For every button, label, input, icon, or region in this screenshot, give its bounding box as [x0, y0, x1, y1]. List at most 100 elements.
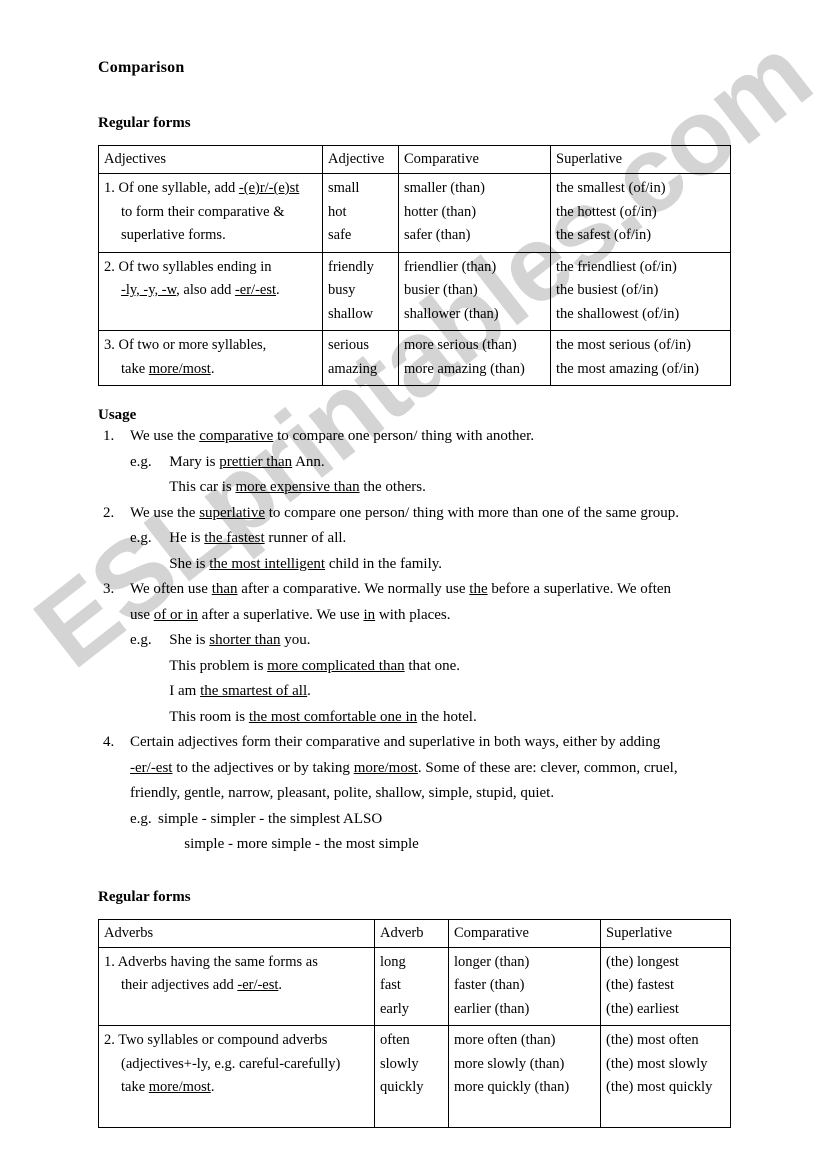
word: the most serious (of/in)	[556, 337, 691, 353]
usage-text: We use the comparative to compare one pe…	[130, 428, 535, 444]
usage-text: -er/-est to the adjectives or by taking …	[130, 759, 678, 776]
adjective-cell: friendly busy shallow	[322, 251, 399, 331]
example-line: Mary is prettier than Ann.	[158, 453, 325, 470]
word: safer (than)	[404, 227, 471, 243]
adjectives-section-heading: Regular forms	[98, 115, 191, 131]
rule-line: 2. Two syllables or compound adverbs	[104, 1032, 328, 1048]
word: hotter (than)	[404, 203, 477, 220]
word: quickly	[380, 1079, 424, 1095]
list-number: 2.	[103, 504, 115, 521]
rule-line	[104, 1100, 370, 1124]
word: the smallest (of/in)	[556, 180, 666, 196]
column-header-comparative: Comparative	[398, 145, 551, 174]
word: small	[328, 180, 360, 196]
example-block: e.g. He is the fastest runner of all. Sh…	[130, 526, 730, 577]
usage-text: friendly, gentle, narrow, pleasant, poli…	[130, 785, 555, 801]
word: early	[380, 1000, 409, 1017]
adverb-cell: often slowly quickly	[374, 1025, 449, 1128]
rule-line: (adjectives+-ly, e.g. careful-carefully)	[121, 1055, 341, 1072]
table-row: 2. Of two syllables ending in -ly, -y, -…	[98, 251, 731, 331]
word: more quickly (than)	[454, 1079, 570, 1095]
word: shallower (than)	[404, 305, 499, 322]
list-item: 2. We use the superlative to compare one…	[98, 501, 730, 578]
list-number: 1.	[103, 428, 115, 444]
column-header-adverbs: Adverbs	[98, 918, 375, 948]
rule-cell: 3. Of two or more syllables, take more/m…	[98, 330, 323, 386]
word: long	[380, 953, 406, 970]
rule-cell: 1. Of one syllable, add -(e)r/-(e)st to …	[98, 173, 323, 253]
adverbs-section-heading: Regular forms	[98, 888, 191, 905]
column-header-adverb: Adverb	[374, 918, 449, 948]
word: the busiest (of/in)	[556, 282, 659, 298]
example-line: This room is the most comfortable one in…	[158, 708, 477, 725]
example-line: He is the fastest runner of all.	[158, 530, 347, 546]
adverb-cell: long fast early	[374, 946, 449, 1026]
rule-cell: 2. Two syllables or compound adverbs (ad…	[98, 1025, 375, 1128]
word: (the) fastest	[606, 977, 675, 993]
word: (the) most slowly	[606, 1055, 708, 1072]
rule-line: take more/most.	[121, 1079, 215, 1095]
word: busy	[328, 282, 356, 298]
rule-line: 1. Of one syllable, add -(e)r/-(e)st	[104, 180, 300, 196]
example-line: simple - simpler - the simplest ALSO	[158, 810, 383, 827]
list-number: 3.	[103, 581, 115, 597]
table-row: 3. Of two or more syllables, take more/m…	[98, 330, 731, 386]
word: often	[380, 1032, 410, 1048]
table-header-row: Adjectives Adjective Comparative Superla…	[98, 145, 731, 174]
usage-text: We use the superlative to compare one pe…	[130, 504, 680, 521]
word: slowly	[380, 1055, 419, 1072]
example-line: She is the most intelligent child in the…	[158, 555, 443, 572]
adjective-cell: serious amazing	[322, 330, 399, 386]
word: more amazing (than)	[404, 360, 525, 377]
example-label: e.g.	[130, 810, 152, 827]
word: friendlier (than)	[404, 258, 497, 275]
word: busier (than)	[404, 282, 478, 298]
usage-text: use of or in after a superlative. We use…	[130, 606, 451, 623]
adjectives-table: Adjectives Adjective Comparative Superla…	[98, 145, 731, 386]
comparative-cell: smaller (than) hotter (than) safer (than…	[398, 173, 551, 253]
list-item: 3. We often use than after a comparative…	[98, 577, 730, 730]
example-label: e.g.	[130, 530, 152, 546]
superlative-cell: (the) longest (the) fastest (the) earlie…	[600, 946, 731, 1026]
example-block: e.g. simple - simpler - the simplest ALS…	[130, 807, 730, 858]
word: serious	[328, 337, 370, 353]
superlative-cell: the smallest (of/in) the hottest (of/in)…	[550, 173, 731, 253]
table-row: 1. Of one syllable, add -(e)r/-(e)st to …	[98, 173, 731, 253]
rule-cell: 1. Adverbs having the same forms as thei…	[98, 946, 375, 1026]
table-header-row: Adverbs Adverb Comparative Superlative	[98, 918, 731, 948]
superlative-cell: the most serious (of/in) the most amazin…	[550, 330, 731, 386]
word: amazing	[328, 360, 378, 377]
adverbs-table: Adverbs Adverb Comparative Superlative 1…	[98, 918, 731, 1128]
usage-text: Certain adjectives form their comparativ…	[130, 734, 661, 750]
comparative-cell: longer (than) faster (than) earlier (tha…	[448, 946, 601, 1026]
column-header-superlative: Superlative	[550, 145, 731, 174]
document-content: Comparison Regular forms Adjectives Adje…	[0, 0, 826, 1128]
word: (the) most quickly	[606, 1079, 713, 1095]
page-title: Comparison	[98, 59, 185, 76]
table-row: 1. Adverbs having the same forms as thei…	[98, 946, 731, 1026]
word: earlier (than)	[454, 1000, 530, 1017]
example-block: e.g. She is shorter than you. This probl…	[130, 628, 730, 730]
word: shallow	[328, 305, 374, 322]
word: (the) longest	[606, 953, 679, 970]
word: more slowly (than)	[454, 1055, 565, 1072]
word: smaller (than)	[404, 180, 485, 196]
word: (the) earliest	[606, 1000, 679, 1017]
word: more serious (than)	[404, 337, 517, 353]
list-item: 4. Certain adjectives form their compara…	[98, 730, 730, 858]
usage-section-heading: Usage	[98, 407, 137, 423]
superlative-cell: (the) most often (the) most slowly (the)…	[600, 1025, 731, 1128]
word: the hottest (of/in)	[556, 203, 657, 220]
superlative-cell: the friendliest (of/in) the busiest (of/…	[550, 251, 731, 331]
comparative-cell: friendlier (than) busier (than) shallowe…	[398, 251, 551, 331]
rule-line: 3. Of two or more syllables,	[104, 337, 267, 353]
list-number: 4.	[103, 734, 115, 750]
word: faster (than)	[454, 977, 525, 993]
word: longer (than)	[454, 953, 530, 970]
word: safe	[328, 227, 352, 243]
rule-cell: 2. Of two syllables ending in -ly, -y, -…	[98, 251, 323, 331]
usage-text: We often use than after a comparative. W…	[130, 581, 672, 597]
word: the shallowest (of/in)	[556, 305, 680, 322]
example-line: This problem is more complicated than th…	[158, 657, 461, 674]
word: more often (than)	[454, 1032, 556, 1048]
